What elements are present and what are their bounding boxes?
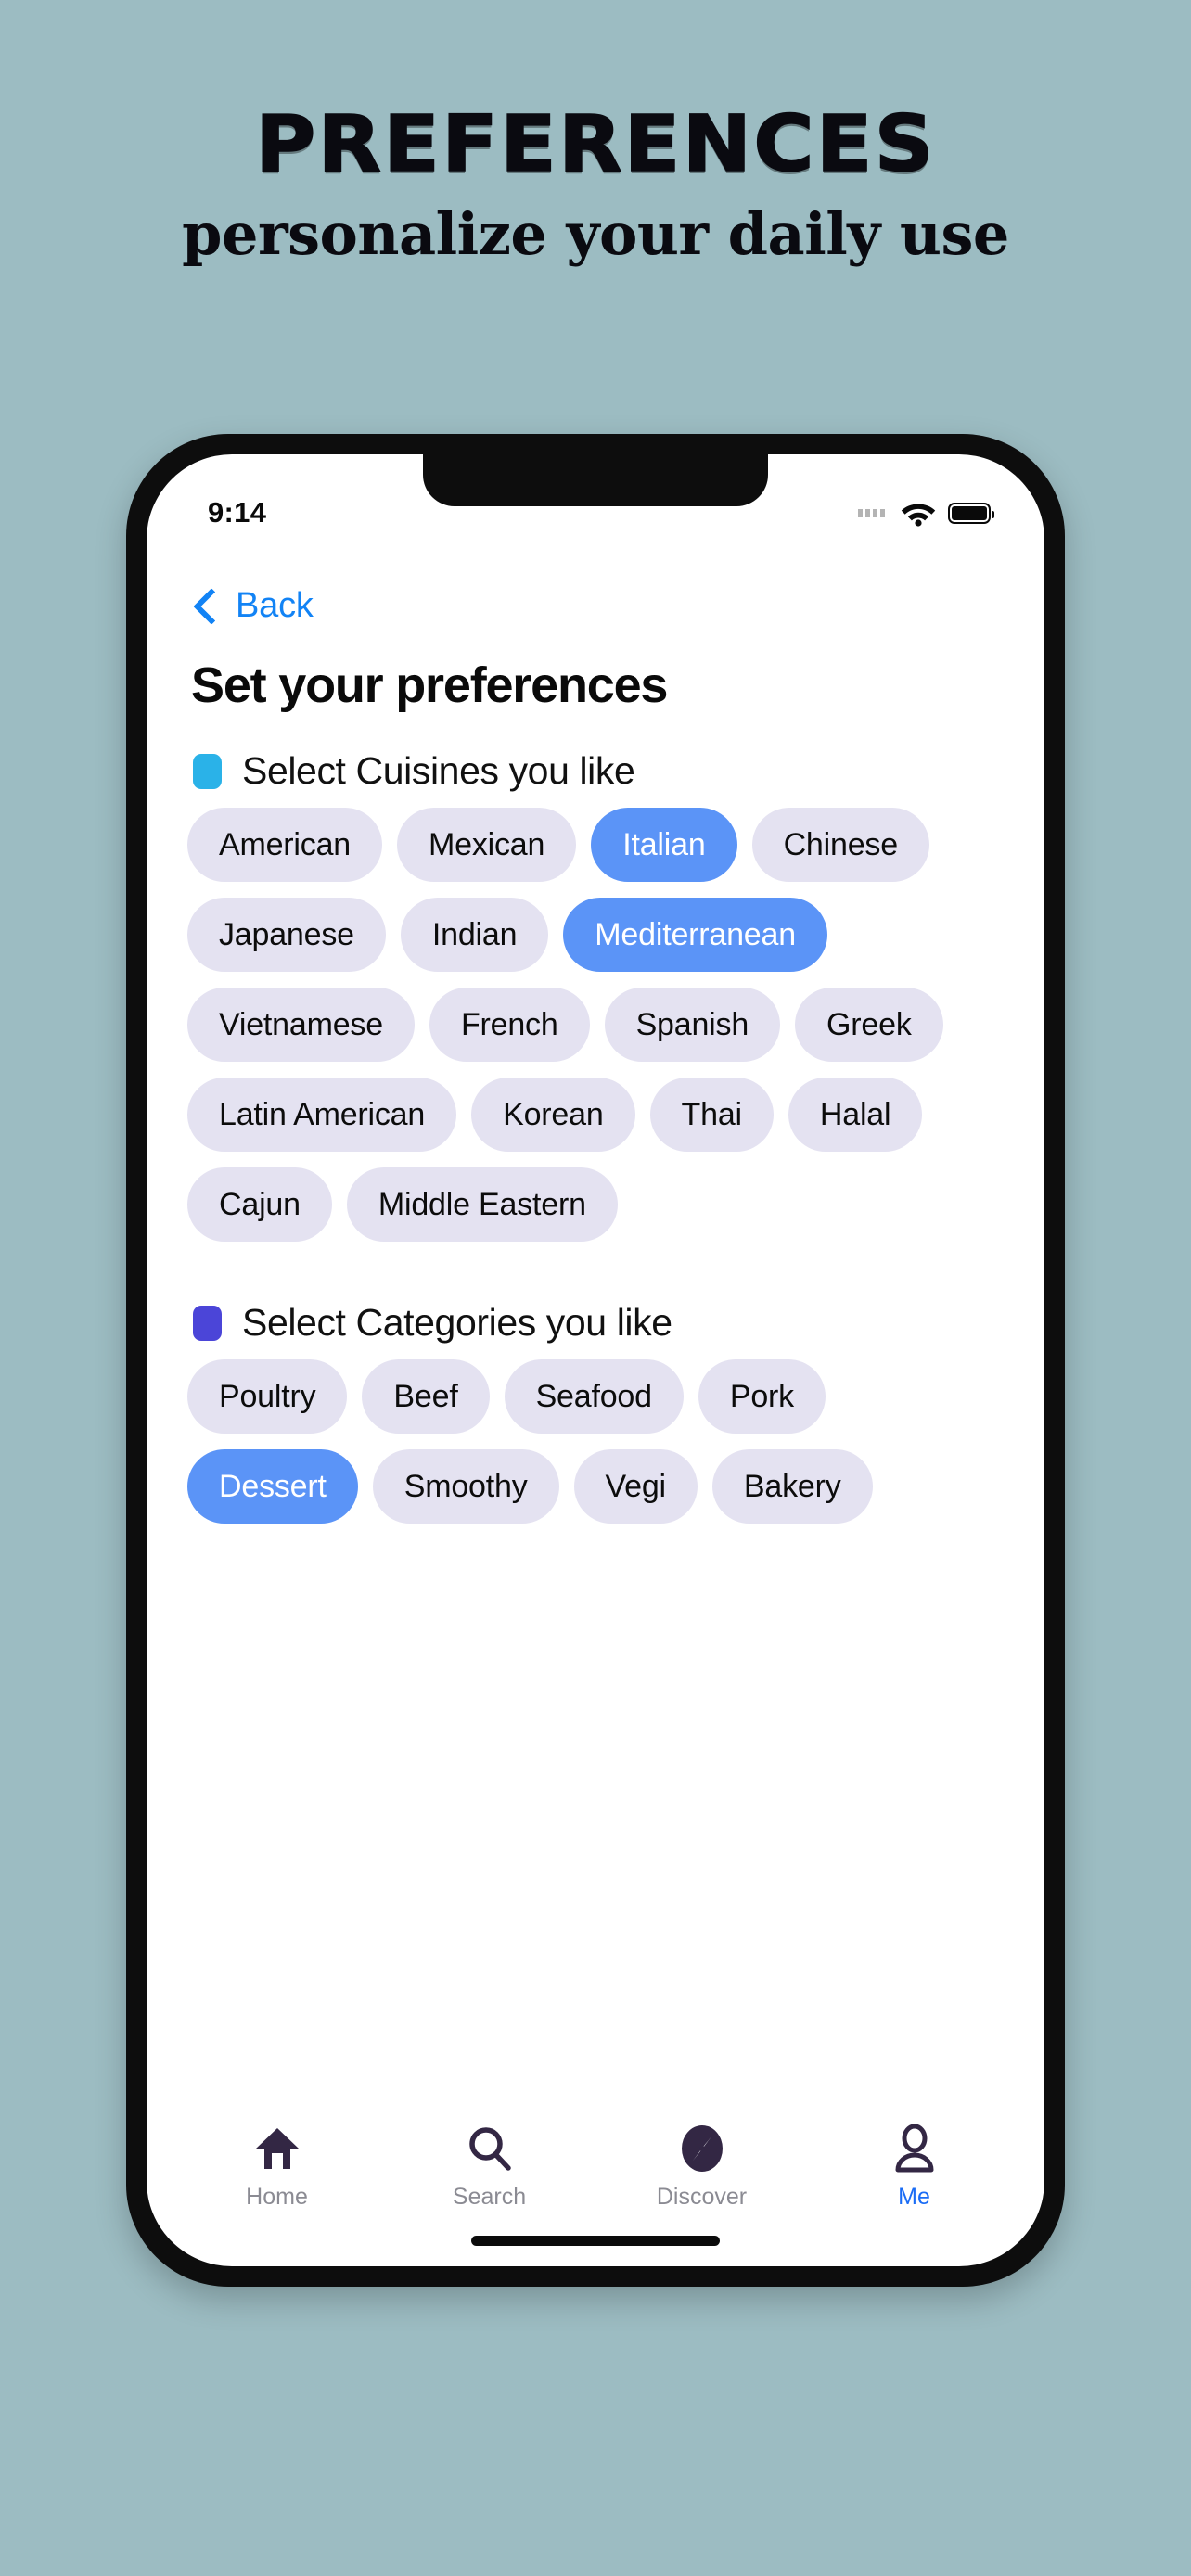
home-indicator bbox=[471, 2236, 720, 2246]
tab-home[interactable]: Home bbox=[171, 2124, 383, 2211]
section-title-cuisines: Select Cuisines you like bbox=[242, 749, 635, 792]
bottom-tab-bar: Home Search Discover Me bbox=[147, 2124, 1044, 2211]
tab-discover-label: Discover bbox=[656, 2184, 748, 2210]
status-time: 9:14 bbox=[208, 496, 267, 529]
chip-mexican[interactable]: Mexican bbox=[397, 808, 577, 882]
chip-smoothy[interactable]: Smoothy bbox=[372, 1449, 559, 1524]
page-title: Set your preferences bbox=[191, 657, 668, 713]
chip-cajun[interactable]: Cajun bbox=[187, 1167, 332, 1242]
status-bar: 9:14 bbox=[147, 454, 1044, 551]
tab-discover[interactable]: Discover bbox=[596, 2124, 808, 2211]
section-marker-cuisines-icon bbox=[193, 753, 222, 789]
tab-me-label: Me bbox=[898, 2184, 930, 2210]
compass-icon bbox=[680, 2124, 724, 2173]
section-header-cuisines: Select Cuisines you like bbox=[193, 749, 1004, 793]
chip-mediterranean[interactable]: Mediterranean bbox=[563, 898, 827, 972]
chip-latin-american[interactable]: Latin American bbox=[187, 1078, 457, 1152]
chip-dessert[interactable]: Dessert bbox=[187, 1449, 358, 1524]
chip-indian[interactable]: Indian bbox=[400, 898, 549, 972]
chip-american[interactable]: American bbox=[187, 808, 383, 882]
promo-title: PREFERENCES bbox=[254, 98, 936, 189]
tab-search[interactable]: Search bbox=[383, 2124, 596, 2211]
status-indicators bbox=[858, 500, 994, 527]
chip-halal[interactable]: Halal bbox=[788, 1078, 923, 1152]
tab-search-label: Search bbox=[452, 2184, 527, 2210]
chip-pork[interactable]: Pork bbox=[698, 1359, 826, 1434]
back-button-label: Back bbox=[236, 586, 314, 625]
promo-header: PREFERENCES personalize your daily use bbox=[0, 0, 1191, 268]
promo-subtitle: personalize your daily use bbox=[182, 199, 1009, 268]
preferences-content: Select Cuisines you like American Mexica… bbox=[147, 733, 1044, 1533]
section-header-categories: Select Categories you like bbox=[193, 1301, 1004, 1345]
chip-spanish[interactable]: Spanish bbox=[604, 988, 781, 1062]
chip-vegi[interactable]: Vegi bbox=[573, 1449, 698, 1524]
chip-greek[interactable]: Greek bbox=[795, 988, 943, 1062]
chip-seafood[interactable]: Seafood bbox=[504, 1359, 684, 1434]
tab-home-label: Home bbox=[246, 2184, 308, 2210]
chip-french[interactable]: French bbox=[429, 988, 590, 1062]
person-icon bbox=[892, 2124, 937, 2173]
chip-middle-eastern[interactable]: Middle Eastern bbox=[346, 1167, 618, 1242]
section-marker-categories-icon bbox=[193, 1305, 222, 1341]
section-categories: Select Categories you like Poultry Beef … bbox=[187, 1301, 1004, 1524]
section-divider bbox=[187, 1251, 1004, 1284]
chip-italian[interactable]: Italian bbox=[591, 808, 737, 882]
chip-thai[interactable]: Thai bbox=[649, 1078, 774, 1152]
chip-bakery[interactable]: Bakery bbox=[711, 1449, 873, 1524]
home-icon bbox=[254, 2124, 301, 2173]
battery-icon bbox=[948, 502, 994, 524]
phone-screen: 9:14 Back Set your preferences Select Cu… bbox=[147, 454, 1044, 2266]
chip-chinese[interactable]: Chinese bbox=[751, 808, 929, 882]
chevron-left-icon bbox=[193, 587, 230, 625]
chip-group-categories: Poultry Beef Seafood Pork Dessert Smooth… bbox=[187, 1359, 1004, 1524]
tab-me[interactable]: Me bbox=[808, 2124, 1020, 2211]
chip-vietnamese[interactable]: Vietnamese bbox=[187, 988, 415, 1062]
signal-dots-icon bbox=[858, 508, 885, 517]
back-button[interactable]: Back bbox=[193, 586, 314, 626]
section-title-categories: Select Categories you like bbox=[242, 1301, 672, 1344]
chip-group-cuisines: American Mexican Italian Chinese Japanes… bbox=[187, 808, 1004, 1242]
chip-poultry[interactable]: Poultry bbox=[187, 1359, 348, 1434]
chip-beef[interactable]: Beef bbox=[362, 1359, 490, 1434]
section-cuisines: Select Cuisines you like American Mexica… bbox=[187, 749, 1004, 1242]
chip-japanese[interactable]: Japanese bbox=[187, 898, 386, 972]
search-icon bbox=[467, 2124, 513, 2173]
phone-mockup: 9:14 Back Set your preferences Select Cu… bbox=[126, 434, 1065, 2287]
chip-korean[interactable]: Korean bbox=[471, 1078, 635, 1152]
wifi-icon bbox=[901, 504, 936, 527]
